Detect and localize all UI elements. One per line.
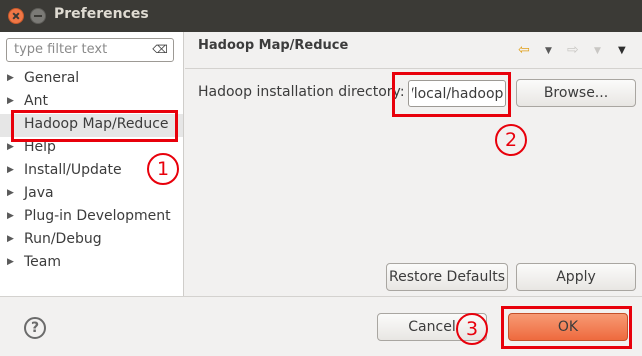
forward-arrow-icon[interactable]: ⇨: [567, 42, 579, 58]
minimize-window-button[interactable]: [30, 8, 46, 24]
forward-dropdown-icon[interactable]: ▼: [594, 46, 601, 56]
tree-item-label: Install/Update: [24, 162, 122, 178]
hadoop-dir-label: Hadoop installation directory:: [198, 84, 405, 100]
tree-item-label: General: [24, 70, 80, 86]
expand-arrow-icon[interactable]: ▶: [7, 234, 14, 244]
tree-item-label: Ant: [24, 93, 48, 109]
apply-button[interactable]: Apply: [516, 263, 636, 291]
footer-divider: [0, 296, 642, 297]
expand-arrow-icon[interactable]: ▶: [7, 257, 14, 267]
back-arrow-icon[interactable]: ⇦: [518, 42, 530, 58]
expand-arrow-icon[interactable]: ▶: [7, 96, 14, 106]
highlight-box-step3: [501, 306, 632, 349]
expand-arrow-icon[interactable]: ▶: [7, 211, 14, 221]
window-title: Preferences: [54, 6, 149, 22]
tree-item-label: Team: [24, 254, 62, 270]
tree-item-java[interactable]: ▶ Java: [0, 183, 183, 206]
view-menu-icon[interactable]: ▼: [618, 45, 626, 56]
filter-input[interactable]: type filter text ⌫: [6, 38, 174, 62]
filter-placeholder: type filter text: [14, 42, 108, 57]
tree-item-general[interactable]: ▶ General: [0, 68, 183, 91]
step-3-marker: 3: [456, 313, 488, 345]
back-dropdown-icon[interactable]: ▼: [545, 46, 552, 56]
expand-arrow-icon[interactable]: ▶: [7, 188, 14, 198]
clear-filter-icon[interactable]: ⌫: [151, 43, 169, 57]
page-title: Hadoop Map/Reduce: [198, 38, 349, 53]
tree-item-plugin-development[interactable]: ▶ Plug-in Development: [0, 206, 183, 229]
tree-item-label: Plug-in Development: [24, 208, 171, 224]
tree-item-team[interactable]: ▶ Team: [0, 252, 183, 275]
tree-item-label: Java: [24, 185, 54, 201]
step-1-marker: 1: [147, 153, 179, 185]
expand-arrow-icon[interactable]: ▶: [7, 165, 14, 175]
tree-item-run-debug[interactable]: ▶ Run/Debug: [0, 229, 183, 252]
highlight-box-step2: [392, 72, 511, 117]
title-bar: Preferences: [0, 0, 642, 32]
step-2-marker: 2: [495, 124, 527, 156]
help-icon[interactable]: ?: [24, 317, 46, 339]
highlight-box-step1: [11, 110, 178, 142]
expand-arrow-icon[interactable]: ▶: [7, 142, 14, 152]
browse-button[interactable]: Browse...: [516, 79, 636, 107]
header-divider: [185, 68, 642, 69]
expand-arrow-icon[interactable]: ▶: [7, 73, 14, 83]
close-window-button[interactable]: [8, 8, 24, 24]
tree-item-label: Run/Debug: [24, 231, 102, 247]
restore-defaults-button[interactable]: Restore Defaults: [386, 263, 508, 291]
